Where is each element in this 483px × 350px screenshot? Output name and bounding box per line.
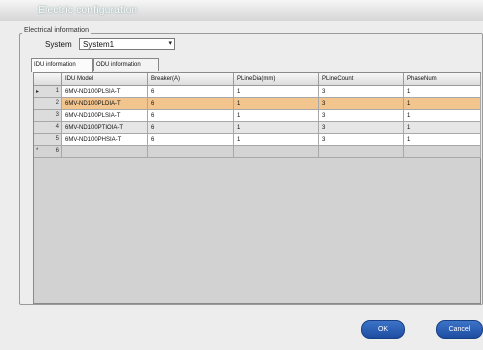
row-header[interactable]: * 6 [34,146,62,158]
cell-pline-count[interactable]: 3 [319,122,404,134]
cell-phase-num[interactable]: 1 [404,122,481,134]
cell-idu-model[interactable]: 6MV-ND100PTIOIA-T [62,122,148,134]
cell-pline-dia[interactable]: 1 [234,110,319,122]
cell-breaker[interactable] [148,146,234,158]
system-dropdown[interactable]: System1 ▾ [79,38,175,50]
cell-pline-count[interactable]: 3 [319,86,404,98]
idu-information-panel: IDU Model Breaker(A) PLineDia(mm) PLineC… [33,72,481,304]
cell-breaker[interactable]: 6 [148,134,234,146]
row-number: 6 [55,148,59,154]
cell-phase-num[interactable] [404,146,481,158]
cell-breaker[interactable]: 6 [148,110,234,122]
row-header[interactable]: 2 [34,98,62,110]
column-header-breaker[interactable]: Breaker(A) [148,73,234,86]
cell-idu-model[interactable] [62,146,148,158]
table-row[interactable]: 3 6MV-ND100PLSIA-T 6 1 3 1 [34,110,481,122]
row-number: 1 [55,88,59,94]
table-row[interactable]: 5 6MV-ND100PHSIA-T 6 1 3 1 [34,134,481,146]
cell-pline-dia[interactable]: 1 [234,86,319,98]
tab-idu-information[interactable]: IDU information [31,58,93,72]
cell-pline-count[interactable]: 3 [319,134,404,146]
ok-button[interactable]: OK [361,320,405,339]
system-dropdown-value: System1 [83,40,115,49]
cell-idu-model[interactable]: 6MV-ND100PLDIA-T [62,98,148,110]
cell-phase-num[interactable]: 1 [404,86,481,98]
title-bar: Electric configuration [0,0,483,21]
row-header-corner [34,73,62,86]
cell-pline-count[interactable]: 3 [319,98,404,110]
row-header[interactable]: 5 [34,134,62,146]
group-legend: Electrical information [22,27,91,34]
cell-idu-model[interactable]: 6MV-ND100PLSIA-T [62,110,148,122]
table-row-selected[interactable]: 2 6MV-ND100PLDIA-T 6 1 3 1 [34,98,481,110]
row-header[interactable]: 3 [34,110,62,122]
cancel-button[interactable]: Cancel [436,320,483,339]
cell-phase-num[interactable]: 1 [404,134,481,146]
cell-pline-dia[interactable]: 1 [234,134,319,146]
row-number: 5 [55,136,59,142]
table-row-new[interactable]: * 6 [34,146,481,158]
new-row-indicator-icon: * [36,148,39,154]
cell-pline-count[interactable]: 3 [319,110,404,122]
cell-breaker[interactable]: 6 [148,86,234,98]
column-header-phase-num[interactable]: PhaseNum [404,73,481,86]
system-label: System [45,40,72,49]
column-header-pline-dia[interactable]: PLineDia(mm) [234,73,319,86]
table-row[interactable]: ▸ 1 6MV-ND100PLSIA-T 6 1 3 1 [34,86,481,98]
window-title: Electric configuration [38,5,138,16]
tab-odu-information[interactable]: ODU information [93,58,159,71]
cell-phase-num[interactable]: 1 [404,98,481,110]
table-row[interactable]: 4 6MV-ND100PTIOIA-T 6 1 3 1 [34,122,481,134]
cell-phase-num[interactable]: 1 [404,110,481,122]
row-number: 4 [55,124,59,130]
cell-breaker[interactable]: 6 [148,122,234,134]
column-header-pline-count[interactable]: PLineCount [319,73,404,86]
cell-breaker[interactable]: 6 [148,98,234,110]
row-number: 2 [55,100,59,106]
row-number: 3 [55,112,59,118]
current-row-indicator-icon: ▸ [36,89,40,95]
cell-idu-model[interactable]: 6MV-ND100PHSIA-T [62,134,148,146]
cell-idu-model[interactable]: 6MV-ND100PLSIA-T [62,86,148,98]
chevron-down-icon[interactable]: ▾ [168,39,172,47]
row-header[interactable]: ▸ 1 [34,86,62,98]
row-header[interactable]: 4 [34,122,62,134]
cell-pline-dia[interactable]: 1 [234,122,319,134]
cell-pline-dia[interactable] [234,146,319,158]
cell-pline-dia[interactable]: 1 [234,98,319,110]
cell-pline-count[interactable] [319,146,404,158]
electric-configuration-window: Electric configuration Electrical inform… [0,0,483,350]
column-header-idu-model[interactable]: IDU Model [62,73,148,86]
